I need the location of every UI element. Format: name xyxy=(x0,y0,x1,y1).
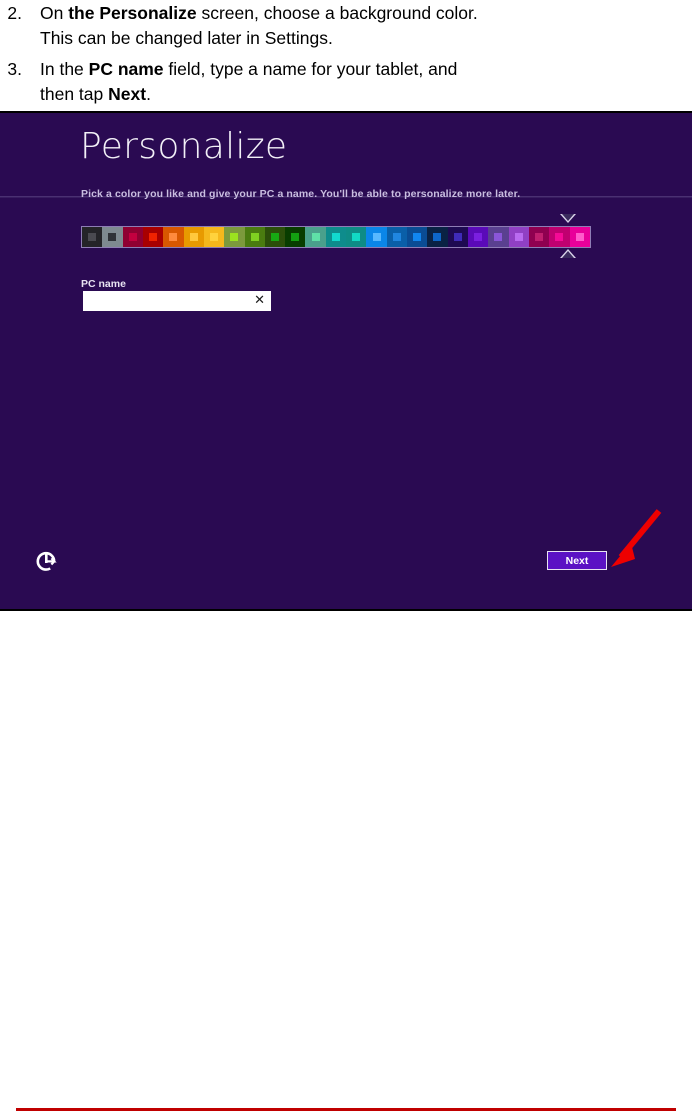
pc-name-field[interactable]: ✕ xyxy=(83,291,271,312)
color-swatch-chip xyxy=(494,233,503,241)
step-text-line2-post: . xyxy=(146,84,151,104)
page-title: Personalize xyxy=(80,126,288,167)
color-swatch[interactable] xyxy=(122,227,143,247)
color-swatch[interactable] xyxy=(427,227,448,247)
color-swatch[interactable] xyxy=(224,227,245,247)
color-swatch-chip xyxy=(291,233,300,241)
color-swatch[interactable] xyxy=(366,227,387,247)
color-swatch[interactable] xyxy=(549,227,570,247)
color-swatch[interactable] xyxy=(102,227,123,247)
page-subtitle: Pick a color you like and give your PC a… xyxy=(81,188,521,200)
color-swatch-strip[interactable] xyxy=(81,226,591,248)
color-swatch[interactable] xyxy=(346,227,367,247)
footer-rule xyxy=(16,1108,676,1111)
step-text-line2-bold: Next xyxy=(108,84,147,104)
color-swatch-chip xyxy=(555,233,564,241)
color-swatch-chip xyxy=(210,233,219,241)
step-text-bold: the Personalize xyxy=(68,3,197,23)
color-swatch-chip xyxy=(149,233,158,241)
color-swatch-chip xyxy=(453,233,462,241)
color-swatch[interactable] xyxy=(203,227,225,247)
color-swatch[interactable] xyxy=(82,227,103,247)
selection-marker-top-icon xyxy=(560,214,577,223)
pc-name-label: PC name xyxy=(81,278,126,290)
personalize-screenshot: Personalize Pick a color you like and gi… xyxy=(0,111,692,611)
step-number: 2. xyxy=(7,3,22,23)
color-swatch-chip xyxy=(311,233,320,241)
step-text-bold: PC name xyxy=(88,59,164,79)
step-text-post: field, type a name for your tablet, and xyxy=(163,59,458,79)
color-swatch[interactable] xyxy=(163,227,184,247)
color-swatch[interactable] xyxy=(142,227,164,247)
color-swatch[interactable] xyxy=(244,227,265,247)
color-swatch-chip xyxy=(413,233,422,241)
instruction-list: 2. On the Personalize screen, choose a b… xyxy=(0,0,692,113)
step-text: In the PC name field, type a name for yo… xyxy=(40,57,558,107)
step-text-line2-pre: then tap xyxy=(40,84,109,104)
color-swatch[interactable] xyxy=(467,227,489,247)
color-swatch[interactable] xyxy=(305,227,326,247)
color-swatch-chip xyxy=(88,233,97,241)
color-swatch-chip xyxy=(535,233,544,241)
color-swatch-chip xyxy=(189,233,198,241)
step-text-pre: In the xyxy=(40,59,89,79)
color-swatch-chip xyxy=(514,233,523,241)
color-swatch[interactable] xyxy=(285,227,306,247)
personalize-background: Personalize Pick a color you like and gi… xyxy=(0,113,692,609)
annotation-arrow-icon xyxy=(611,509,662,567)
step-text-pre: On xyxy=(40,3,69,23)
step-text-line2: This can be changed later in Settings. xyxy=(40,28,333,48)
color-swatch-chip xyxy=(230,233,239,241)
color-swatch-chip xyxy=(474,233,483,241)
color-swatch[interactable] xyxy=(488,227,509,247)
list-item: 2. On the Personalize screen, choose a b… xyxy=(0,1,692,51)
ease-of-access-icon[interactable] xyxy=(34,550,58,574)
color-swatch-chip xyxy=(433,233,442,241)
step-text-post: screen, choose a background color. xyxy=(196,3,478,23)
list-item: 3. In the PC name field, type a name for… xyxy=(0,57,692,107)
color-swatch-chip xyxy=(392,233,401,241)
color-swatch-chip xyxy=(331,233,340,241)
close-icon[interactable]: ✕ xyxy=(254,294,265,308)
color-swatch[interactable] xyxy=(183,227,204,247)
color-swatch[interactable] xyxy=(508,227,529,247)
color-swatch-chip xyxy=(270,233,279,241)
color-swatch-chip xyxy=(108,233,117,241)
color-swatch[interactable] xyxy=(386,227,407,247)
next-button[interactable]: Next xyxy=(547,551,607,570)
color-swatch[interactable] xyxy=(528,227,550,247)
color-swatch[interactable] xyxy=(447,227,468,247)
color-swatch-chip xyxy=(352,233,361,241)
step-text-line2: then tap Next. xyxy=(40,82,558,107)
color-swatch-chip xyxy=(250,233,259,241)
background-color-picker[interactable] xyxy=(81,214,591,258)
color-swatch-chip xyxy=(128,233,137,241)
color-swatch[interactable] xyxy=(407,227,428,247)
color-swatch-chip xyxy=(372,233,381,241)
selection-marker-bottom-icon xyxy=(560,249,577,258)
step-number: 3. xyxy=(7,59,22,79)
color-swatch[interactable] xyxy=(569,227,590,247)
step-text: On the Personalize screen, choose a back… xyxy=(40,1,558,51)
color-swatch-chip xyxy=(169,233,178,241)
color-swatch[interactable] xyxy=(325,227,347,247)
color-swatch[interactable] xyxy=(264,227,286,247)
color-swatch-chip xyxy=(575,233,584,241)
pc-name-input[interactable] xyxy=(88,292,252,312)
